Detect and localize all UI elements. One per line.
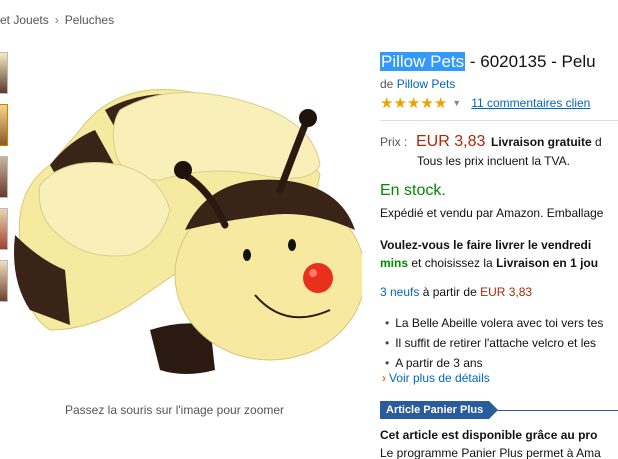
zoom-hint: Passez la souris sur l'image pour zoomer	[65, 403, 285, 417]
star-icon: ★	[380, 94, 394, 112]
other-offers: 3 neufs à partir de EUR 3,83	[380, 285, 532, 299]
thumbnail-5[interactable]	[0, 260, 8, 302]
price-block: Prix : EUR 3,83 Livraison gratuite d Tous…	[380, 133, 618, 168]
byline: de Pillow Pets	[380, 77, 618, 91]
star-icon: ★	[433, 94, 448, 112]
thumbnail-strip	[0, 52, 8, 312]
offers-price: EUR 3,83	[480, 285, 533, 299]
byline-brand-link[interactable]: Pillow Pets	[397, 77, 456, 91]
feature-bullets: La Belle Abeille volera avec toi vers te…	[385, 313, 603, 373]
delivery-option[interactable]: Livraison en 1 jou	[496, 256, 598, 270]
bee-pillow-image	[14, 88, 366, 374]
product-title-rest: - 6020135 - Pelu	[465, 52, 596, 71]
star-icon: ★	[420, 94, 434, 112]
breadcrumb-item-peluches[interactable]: Peluches	[65, 13, 114, 27]
delivery-countdown: mins	[380, 256, 409, 270]
byline-prefix: de	[380, 77, 394, 91]
list-item: La Belle Abeille volera avec toi vers te…	[385, 313, 603, 333]
price-label: Prix :	[380, 135, 408, 149]
star-icon: ★	[393, 94, 407, 112]
thumbnail-2[interactable]	[0, 104, 8, 146]
product-image[interactable]	[10, 70, 366, 380]
divider	[380, 120, 618, 121]
see-more-label: Voir plus de détails	[389, 371, 490, 385]
thumbnail-1[interactable]	[0, 52, 8, 94]
product-title: Pillow Pets - 6020135 - Pelu	[380, 52, 618, 72]
see-more-details[interactable]: › Voir plus de détails	[382, 371, 490, 385]
star-rating[interactable]: ★ ★ ★ ★ ★	[380, 96, 447, 111]
vat-note: Tous les prix incluent la TVA.	[417, 154, 570, 168]
new-offers-link[interactable]: 3 neufs	[380, 285, 419, 299]
free-shipping-suffix: d	[591, 135, 602, 149]
panier-plus-heading: Cet article est disponible grâce au pro	[380, 428, 598, 442]
thumbnail-4[interactable]	[0, 208, 8, 250]
panier-plus-rule	[497, 410, 618, 411]
reviews-link[interactable]: 11 commentaires clien	[471, 96, 590, 110]
panier-plus-label: Article Panier Plus	[380, 401, 490, 419]
delivery-message: Voulez-vous le faire livrer le vendredi …	[380, 236, 598, 272]
star-icon: ★	[406, 94, 421, 112]
chevron-down-icon[interactable]: ▼	[452, 98, 461, 108]
chevron-right-icon: ›	[382, 371, 386, 385]
list-item: Il suffit de retirer l'attache velcro et…	[385, 333, 603, 353]
list-item: A partir de 3 ans	[385, 353, 603, 373]
panier-plus-badge: Article Panier Plus	[380, 401, 499, 419]
delivery-text: et choisissez la	[408, 256, 497, 270]
sold-by: Expédié et vendu par Amazon. Emballage	[380, 206, 604, 220]
delivery-line1: Voulez-vous le faire livrer le vendredi	[380, 238, 592, 252]
thumbnail-3[interactable]	[0, 156, 8, 198]
panier-plus-text: Le programme Panier Plus permet à Ama	[380, 446, 601, 459]
offers-text: à partir de	[419, 285, 481, 299]
breadcrumb-item-jouets[interactable]: et Jouets	[0, 13, 49, 27]
breadcrumb-separator: ›	[54, 13, 59, 27]
price-value: EUR 3,83	[416, 133, 486, 150]
product-info: Pillow Pets - 6020135 - Pelu de Pillow P…	[380, 52, 618, 112]
free-shipping-label[interactable]: Livraison gratuite	[491, 135, 592, 149]
stock-status: En stock.	[380, 182, 446, 199]
breadcrumb: et Jouets › Peluches	[0, 13, 114, 27]
product-title-brand[interactable]: Pillow Pets	[380, 52, 466, 71]
rating-row: ★ ★ ★ ★ ★ ▼ 11 commentaires clien	[380, 94, 618, 112]
